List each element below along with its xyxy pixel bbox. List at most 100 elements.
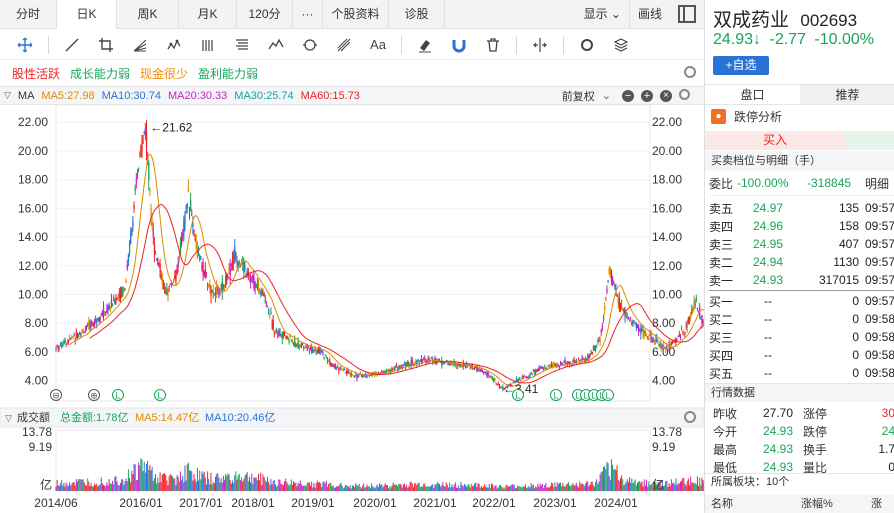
adjust-dropdown[interactable]: 前复权: [562, 88, 595, 104]
tab-weekly-k[interactable]: 周K: [117, 0, 179, 29]
split-icon[interactable]: [523, 33, 557, 57]
candle-body: [117, 296, 119, 298]
candle-body: [595, 348, 597, 350]
volume-bar: [253, 477, 255, 491]
candle-body: [392, 368, 394, 370]
magnet-icon[interactable]: [442, 33, 476, 57]
sell-button[interactable]: [845, 131, 894, 150]
bid-row[interactable]: 买五 -- 0 09:58: [709, 364, 894, 382]
buy-button[interactable]: 买入: [705, 131, 845, 150]
tags-gear-icon[interactable]: [684, 66, 696, 81]
fork-icon[interactable]: [327, 33, 361, 57]
volume-bar: [315, 482, 317, 491]
add-watchlist-button[interactable]: +自选: [713, 56, 769, 75]
draw-line-button[interactable]: 画线: [628, 0, 670, 29]
kline-chart[interactable]: 22.00 20.00 18.00 16.00 14.00 12.00 10.00 8.00 6…: [0, 105, 704, 513]
volume-bar: [299, 480, 301, 491]
candle-body: [151, 221, 153, 225]
volume-bar: [470, 483, 472, 491]
quote-label: 跌停: [803, 424, 828, 439]
volume-bar: [337, 486, 339, 491]
volume-tick-right: 9.19: [652, 440, 676, 454]
candle-body: [676, 338, 678, 340]
mountain-icon[interactable]: [259, 33, 293, 57]
collapse-triangle-icon[interactable]: ▽: [4, 90, 11, 101]
tab-120min[interactable]: 120分: [237, 0, 293, 29]
ask-row[interactable]: 卖五 24.97 135 09:57: [709, 199, 894, 217]
volume-bar: [624, 483, 626, 491]
close-circle-icon[interactable]: ×: [660, 89, 672, 102]
candle-body: [542, 368, 545, 371]
tab-profile[interactable]: 个股资料: [323, 0, 389, 29]
sector-col-extra[interactable]: 涨: [871, 495, 882, 513]
layers-icon[interactable]: [604, 33, 638, 57]
fan-icon[interactable]: [123, 33, 157, 57]
zoom-out-icon[interactable]: −: [622, 89, 634, 102]
bid-row[interactable]: 买二 -- 0 09:58: [709, 310, 894, 328]
volume-bar: [668, 483, 670, 491]
volume-bar: [73, 482, 75, 491]
gear-icon[interactable]: [570, 33, 604, 57]
tab-diagnosis[interactable]: 诊股: [389, 0, 445, 29]
volume-bar: [625, 481, 627, 491]
volume-bar: [359, 486, 361, 491]
candle-body: [253, 276, 255, 289]
tab-orderbook[interactable]: 盘口: [705, 85, 800, 104]
ask-row[interactable]: 卖一 24.93 317015 09:57: [709, 271, 894, 289]
volume-bar: [638, 481, 640, 491]
bid-row[interactable]: 买三 -- 0 09:58: [709, 328, 894, 346]
bid-row[interactable]: 买一 -- 0 09:57: [709, 292, 894, 310]
bid-label: 买二: [709, 312, 734, 327]
volume-bar: [595, 481, 597, 491]
volume-bar: [403, 483, 405, 491]
ma-gear-icon[interactable]: [679, 88, 697, 103]
tab-daily-k[interactable]: 日K: [57, 0, 117, 29]
ma-label[interactable]: MA: [18, 90, 35, 102]
candle-body: [623, 309, 625, 312]
zoom-in-icon[interactable]: +: [641, 89, 653, 102]
tag-growth[interactable]: 成长能力弱: [70, 65, 130, 82]
tab-more[interactable]: ···: [293, 0, 323, 29]
tab-recommend[interactable]: 推荐: [800, 85, 894, 104]
volume-bar: [296, 486, 298, 491]
tab-monthly-k[interactable]: 月K: [179, 0, 237, 29]
text-icon[interactable]: Aa: [361, 33, 395, 57]
tab-intraday[interactable]: 分时: [0, 0, 57, 29]
price-tick-left: 6.00: [25, 345, 49, 359]
trash-icon[interactable]: [476, 33, 510, 57]
cycle-icon[interactable]: [293, 33, 327, 57]
tag-cash[interactable]: 现金很少: [140, 65, 188, 82]
eraser-icon[interactable]: [408, 33, 442, 57]
adjust-chevron-icon[interactable]: ⌄: [602, 89, 611, 102]
candle-body: [481, 370, 484, 372]
volume-bar: [158, 482, 160, 491]
candle-body: [260, 292, 262, 294]
candle-body: [72, 337, 74, 339]
ask-row[interactable]: 卖二 24.94 1130 09:57: [709, 253, 894, 271]
wave-icon[interactable]: [157, 33, 191, 57]
tag-active[interactable]: 股性活跃: [12, 65, 60, 82]
candle-body: [492, 377, 494, 380]
crosshair-icon[interactable]: [8, 33, 42, 57]
bid-row[interactable]: 买四 -- 0 09:58: [709, 346, 894, 364]
volume-bar: [694, 482, 696, 491]
limit-analysis[interactable]: ● 跌停分析: [711, 108, 894, 125]
tag-profit[interactable]: 盈利能力弱: [198, 65, 258, 82]
sector-col-change[interactable]: 涨幅%: [801, 495, 871, 513]
display-dropdown[interactable]: 显示 ⌄: [576, 0, 629, 29]
ma10-value: MA10:30.74: [101, 89, 161, 102]
sector-col-name[interactable]: 名称: [711, 495, 801, 513]
volume-bar: [79, 479, 81, 491]
ask-row[interactable]: 卖四 24.96 158 09:57: [709, 217, 894, 235]
ask-row[interactable]: 卖三 24.95 407 09:57: [709, 235, 894, 253]
sidebar-toggle-icon[interactable]: [678, 5, 696, 23]
crop-icon[interactable]: [89, 33, 123, 57]
line-icon[interactable]: [55, 33, 89, 57]
candle-body: [394, 366, 397, 368]
candle-body: [656, 338, 658, 342]
list-icon[interactable]: [225, 33, 259, 57]
volume-bar: [676, 484, 678, 491]
candle-body: [403, 363, 406, 365]
bars-icon[interactable]: [191, 33, 225, 57]
volume-bar: [415, 483, 417, 491]
